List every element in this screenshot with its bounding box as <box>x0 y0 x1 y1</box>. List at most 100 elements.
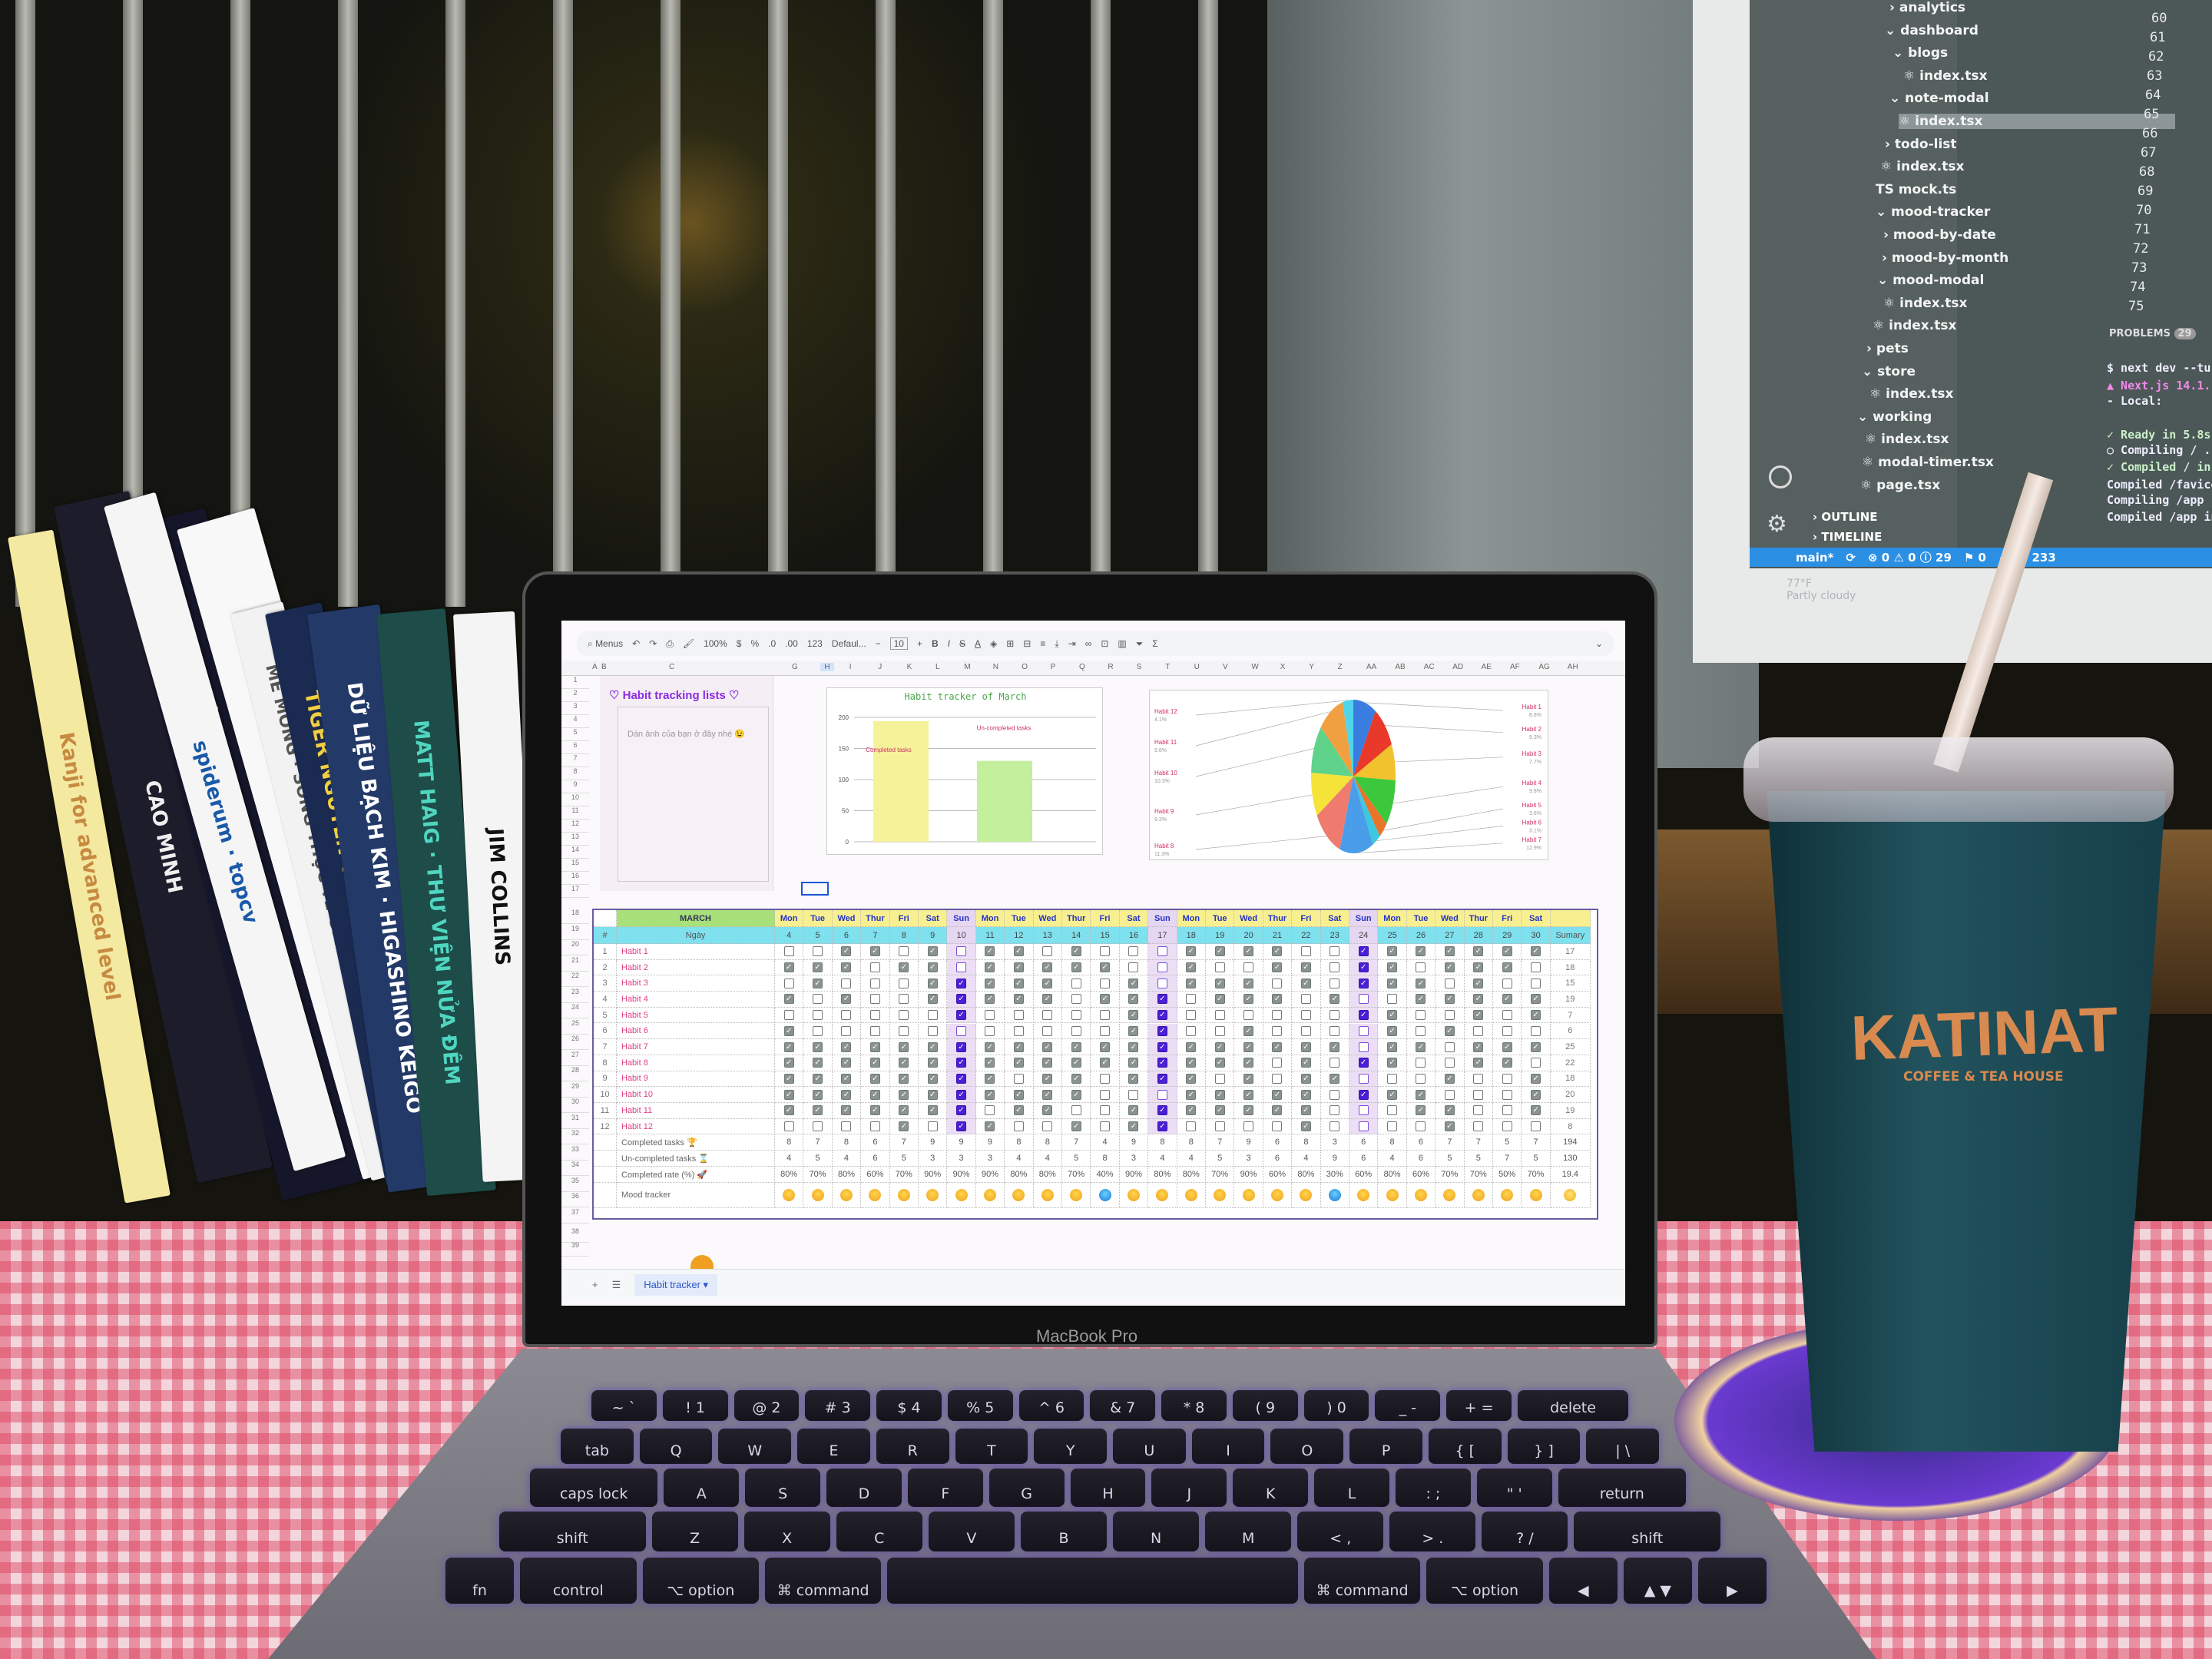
habit-checkbox[interactable]: ✓ <box>927 994 938 1005</box>
file-tree-item[interactable]: › todo-list <box>1885 137 1957 152</box>
file-tree-item[interactable]: › mood-by-month <box>1882 250 2008 266</box>
account-icon[interactable] <box>1769 465 1792 488</box>
habit-checkbox[interactable]: ✓ <box>1042 1089 1053 1100</box>
habit-checkbox[interactable]: ✓ <box>1157 994 1167 1005</box>
habit-checkbox[interactable]: ✓ <box>1272 994 1283 1005</box>
habit-checkbox[interactable] <box>1531 1058 1541 1068</box>
habit-checkbox[interactable]: ✓ <box>841 1073 852 1084</box>
habit-checkbox[interactable]: ✓ <box>1100 1041 1111 1052</box>
file-tree-item[interactable]: ⌄ note-modal <box>1889 91 1989 106</box>
habit-checkbox[interactable]: ✓ <box>1042 1105 1053 1116</box>
key[interactable]: E <box>797 1429 870 1464</box>
habit-checkbox[interactable]: ✓ <box>813 1058 823 1068</box>
habit-checkbox[interactable] <box>927 1121 938 1132</box>
row-number[interactable]: 11 <box>561 806 589 820</box>
habit-checkbox[interactable]: ✓ <box>1157 1010 1167 1021</box>
column-header[interactable]: T <box>1165 663 1170 671</box>
habit-checkbox[interactable] <box>1042 1025 1053 1036</box>
habit-checkbox[interactable]: ✓ <box>1128 1058 1139 1068</box>
habit-checkbox[interactable]: ✓ <box>1531 1089 1541 1100</box>
row-number[interactable]: 38 <box>561 1227 589 1243</box>
row-number[interactable]: 7 <box>561 754 589 767</box>
merge-icon[interactable]: ⊟ <box>1023 638 1031 649</box>
row-number[interactable]: 36 <box>561 1192 589 1207</box>
habit-checkbox[interactable] <box>1071 1010 1081 1021</box>
comment-icon[interactable]: ⊡ <box>1101 638 1108 649</box>
habit-checkbox[interactable] <box>1100 1105 1111 1116</box>
font-size-decrease[interactable]: − <box>876 638 881 649</box>
habit-checkbox[interactable]: ✓ <box>1531 1010 1541 1021</box>
key[interactable]: : ; <box>1395 1469 1471 1507</box>
habit-checkbox[interactable]: ✓ <box>1330 994 1340 1005</box>
habit-checkbox[interactable]: ✓ <box>1013 1089 1024 1100</box>
file-tree-item[interactable]: ⚛ modal-timer.tsx <box>1862 455 1994 470</box>
habit-checkbox[interactable]: ✓ <box>841 946 852 957</box>
habit-checkbox[interactable]: ✓ <box>1416 994 1426 1005</box>
habit-checkbox[interactable] <box>1157 962 1167 973</box>
habit-checkbox[interactable] <box>927 1010 938 1021</box>
key[interactable]: K <box>1233 1469 1309 1507</box>
habit-checkbox[interactable]: ✓ <box>1243 1058 1254 1068</box>
habit-checkbox[interactable] <box>1128 962 1139 973</box>
habit-checkbox[interactable] <box>1243 1121 1254 1132</box>
habit-checkbox[interactable]: ✓ <box>841 994 852 1005</box>
habit-checkbox[interactable]: ✓ <box>1071 946 1081 957</box>
file-tree-item[interactable]: ⚛ index.tsx <box>1880 159 1964 174</box>
habit-checkbox[interactable] <box>1300 1010 1311 1021</box>
habit-checkbox[interactable] <box>1100 1010 1111 1021</box>
habit-checkbox[interactable] <box>1473 1089 1484 1100</box>
habit-checkbox[interactable]: ✓ <box>956 1041 967 1052</box>
key[interactable]: % 5 <box>947 1390 1013 1421</box>
habit-checkbox[interactable] <box>1502 1025 1512 1036</box>
habit-checkbox[interactable]: ✓ <box>927 1073 938 1084</box>
column-header[interactable]: A <box>592 663 598 671</box>
habit-checkbox[interactable]: ✓ <box>841 1089 852 1100</box>
habit-checkbox[interactable]: ✓ <box>813 1105 823 1116</box>
habit-checkbox[interactable] <box>869 962 880 973</box>
habit-checkbox[interactable] <box>1042 1010 1053 1021</box>
habit-checkbox[interactable] <box>1330 978 1340 988</box>
row-number[interactable]: 26 <box>561 1035 589 1050</box>
key[interactable]: fn <box>445 1558 515 1604</box>
habit-checkbox[interactable]: ✓ <box>1071 1121 1081 1132</box>
habit-checkbox[interactable]: ✓ <box>1300 1041 1311 1052</box>
decrease-decimal-button[interactable]: .0 <box>768 638 776 649</box>
habit-checkbox[interactable] <box>1473 1105 1484 1116</box>
row-number[interactable]: 12 <box>561 820 589 833</box>
redo-icon[interactable]: ↷ <box>649 638 657 649</box>
row-number[interactable]: 5 <box>561 728 589 741</box>
row-number[interactable]: 33 <box>561 1145 589 1161</box>
habit-checkbox[interactable] <box>899 1025 909 1036</box>
habit-checkbox[interactable] <box>1186 1010 1197 1021</box>
key[interactable]: M <box>1205 1512 1292 1551</box>
problems-indicator[interactable]: ⊗ 0 ⚠ 0 ⓘ 29 <box>1868 549 1952 565</box>
habit-checkbox[interactable]: ✓ <box>813 1089 823 1100</box>
key[interactable]: tab <box>561 1429 634 1464</box>
habit-checkbox[interactable]: ✓ <box>1042 1073 1053 1084</box>
habit-checkbox[interactable]: ✓ <box>1358 1010 1369 1021</box>
habit-checkbox[interactable]: ✓ <box>1071 962 1081 973</box>
habit-checkbox[interactable]: ✓ <box>927 1105 938 1116</box>
column-header[interactable]: V <box>1223 663 1228 671</box>
file-tree-item[interactable]: › analytics <box>1889 0 1965 15</box>
habit-checkbox[interactable]: ✓ <box>1243 994 1254 1005</box>
row-number[interactable]: 29 <box>561 1082 589 1098</box>
column-header[interactable]: AC <box>1424 663 1435 671</box>
weather-widget[interactable]: 77°F Partly cloudy <box>1763 578 1856 602</box>
habit-checkbox[interactable]: ✓ <box>841 962 852 973</box>
habit-checkbox[interactable]: ✓ <box>985 1073 995 1084</box>
habit-checkbox[interactable] <box>1013 1025 1024 1036</box>
habit-checkbox[interactable] <box>1272 1058 1283 1068</box>
row-number[interactable]: 15 <box>561 859 589 872</box>
habit-checkbox[interactable]: ✓ <box>1416 946 1426 957</box>
habit-checkbox[interactable]: ✓ <box>1502 1058 1512 1068</box>
habit-checkbox[interactable]: ✓ <box>1013 1058 1024 1068</box>
habit-checkbox[interactable] <box>1330 1058 1340 1068</box>
habit-checkbox[interactable]: ✓ <box>841 1105 852 1116</box>
column-header[interactable]: AF <box>1510 663 1520 671</box>
habit-checkbox[interactable] <box>1502 978 1512 988</box>
habit-checkbox[interactable] <box>1272 1121 1283 1132</box>
habit-checkbox[interactable]: ✓ <box>1042 994 1053 1005</box>
habit-checkbox[interactable]: ✓ <box>1042 1041 1053 1052</box>
habit-checkbox[interactable] <box>956 962 967 973</box>
